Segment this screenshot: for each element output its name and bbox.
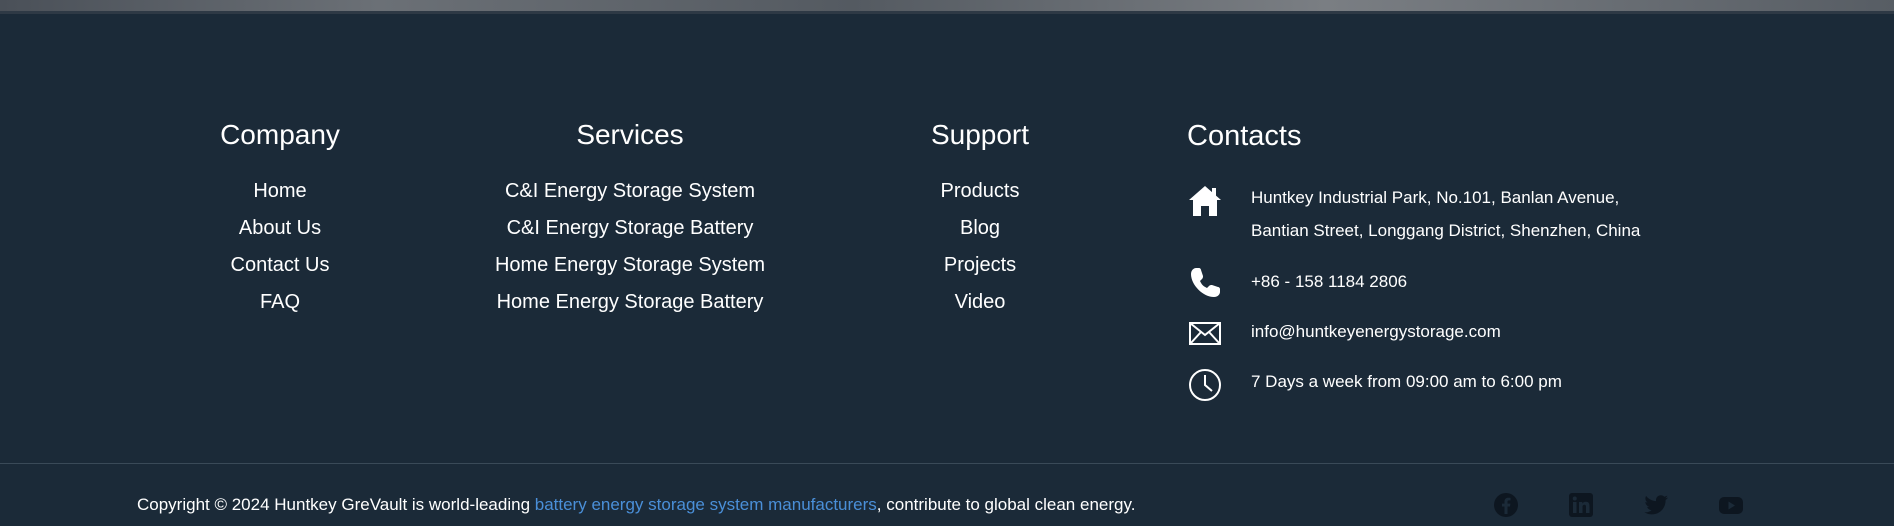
footer-column-contacts: Contacts Huntkey Industrial Park, No.101… bbox=[1187, 115, 1707, 401]
business-hours: 7 Days a week from 09:00 am to 6:00 pm bbox=[1251, 372, 1562, 391]
linkedin-icon[interactable] bbox=[1568, 492, 1594, 518]
clock-icon bbox=[1187, 367, 1223, 403]
footer-link-video[interactable]: Video bbox=[880, 284, 1080, 321]
footer-link-contact-us[interactable]: Contact Us bbox=[180, 247, 380, 284]
address-line-2: Bantian Street, Longgang District, Shenz… bbox=[1251, 221, 1641, 240]
footer-link-home[interactable]: Home bbox=[180, 173, 380, 210]
address-line-1: Huntkey Industrial Park, No.101, Banlan … bbox=[1251, 188, 1620, 207]
services-heading: Services bbox=[576, 119, 684, 150]
email-address[interactable]: info@huntkeyenergystorage.com bbox=[1251, 315, 1501, 348]
footer-column-company: Company Home About Us Contact Us FAQ bbox=[180, 115, 380, 321]
services-links: C&I Energy Storage System C&I Energy Sto… bbox=[480, 173, 780, 321]
contacts-heading: Contacts bbox=[1187, 120, 1302, 152]
footer-link-home-storage-battery[interactable]: Home Energy Storage Battery bbox=[480, 284, 780, 321]
manufacturers-link[interactable]: battery energy storage system manufactur… bbox=[535, 495, 877, 514]
copyright-prefix: Copyright © 2024 Huntkey GreVault is wor… bbox=[137, 495, 535, 514]
phone-icon bbox=[1187, 265, 1223, 301]
facebook-icon[interactable] bbox=[1493, 492, 1519, 518]
company-links: Home About Us Contact Us FAQ bbox=[180, 173, 380, 321]
hero-image-edge bbox=[0, 0, 1894, 14]
support-heading: Support bbox=[930, 119, 1030, 150]
home-icon bbox=[1187, 183, 1223, 219]
phone-number[interactable]: +86 - 158 1184 2806 bbox=[1251, 265, 1407, 298]
footer-link-products[interactable]: Products bbox=[880, 173, 1080, 210]
contact-hours: 7 Days a week from 09:00 am to 6:00 pm bbox=[1187, 363, 1707, 403]
youtube-icon[interactable] bbox=[1718, 492, 1744, 518]
envelope-icon bbox=[1187, 315, 1223, 351]
contact-address: Huntkey Industrial Park, No.101, Banlan … bbox=[1187, 181, 1707, 251]
address-text: Huntkey Industrial Park, No.101, Banlan … bbox=[1251, 181, 1640, 247]
footer-link-blog[interactable]: Blog bbox=[880, 210, 1080, 247]
footer-column-services: Services C&I Energy Storage System C&I E… bbox=[480, 115, 780, 321]
footer-link-projects[interactable]: Projects bbox=[880, 247, 1080, 284]
contact-email: info@huntkeyenergystorage.com bbox=[1187, 313, 1707, 353]
contact-phone: +86 - 158 1184 2806 bbox=[1187, 263, 1707, 303]
footer-column-support: Support Products Blog Projects Video bbox=[880, 115, 1080, 321]
copyright-text: Copyright © 2024 Huntkey GreVault is wor… bbox=[137, 492, 1135, 518]
footer-link-home-storage-system[interactable]: Home Energy Storage System bbox=[480, 247, 780, 284]
support-links: Products Blog Projects Video bbox=[880, 173, 1080, 321]
company-heading: Company bbox=[220, 119, 340, 150]
footer-link-about-us[interactable]: About Us bbox=[180, 210, 380, 247]
footer-link-faq[interactable]: FAQ bbox=[180, 284, 380, 321]
footer-divider bbox=[0, 463, 1894, 464]
copyright-suffix: , contribute to global clean energy. bbox=[876, 495, 1136, 514]
footer-link-ci-storage-system[interactable]: C&I Energy Storage System bbox=[480, 173, 780, 210]
twitter-icon[interactable] bbox=[1643, 492, 1669, 518]
footer-link-ci-storage-battery[interactable]: C&I Energy Storage Battery bbox=[480, 210, 780, 247]
